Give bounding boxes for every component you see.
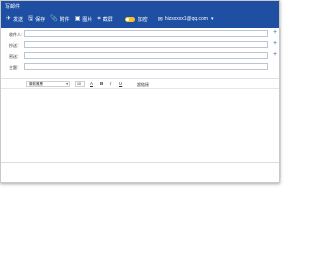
to-row: 收件人： + <box>1 29 279 40</box>
bcc-row: 密送： + <box>1 51 279 62</box>
bold-button[interactable]: B <box>100 81 103 86</box>
address-fields: 收件人： + 抄送： + 密送： + 主题： <box>1 29 279 73</box>
crop-icon: ⌗ <box>97 16 101 22</box>
encrypt-toggle[interactable]: 加密 <box>124 13 148 25</box>
cc-label: 抄送： <box>9 43 21 48</box>
hyperlink-button[interactable]: 超链接 <box>137 82 149 88</box>
save-button[interactable]: 🖫 保存 <box>28 13 45 25</box>
font-family-select[interactable]: 微软雅黑 ▾ <box>26 81 70 87</box>
format-toolbar: 微软雅黑 ▾ 10 A B I U 超链接 <box>1 78 279 89</box>
account-email: hizsxxxx1@qq.com <box>164 16 208 22</box>
font-family-value: 微软雅黑 <box>29 82 43 86</box>
save-icon: 🖫 <box>28 16 34 22</box>
chevron-down-icon: ▾ <box>210 16 214 22</box>
add-bcc-icon[interactable]: + <box>273 51 277 58</box>
window-title: 写邮件 <box>5 4 21 10</box>
send-label: 发送 <box>13 16 24 23</box>
font-size-value: 10 <box>77 82 81 86</box>
compose-toolbar: ✈ 发送 🖫 保存 📎 附件 ▣ 图片 ⌗ 截屏 加密 ✉ hizsxxxx1@… <box>1 12 279 26</box>
account-selector[interactable]: ✉ hizsxxxx1@qq.com ▾ <box>158 16 214 23</box>
bcc-label: 密送： <box>9 54 21 59</box>
cc-row: 抄送： + <box>1 40 279 51</box>
subject-row: 主题： <box>1 62 279 73</box>
add-recipient-icon[interactable]: + <box>273 29 277 36</box>
mail-icon: ✉ <box>157 16 163 23</box>
add-cc-icon[interactable]: + <box>273 40 277 47</box>
text-color-button[interactable]: A <box>90 81 93 86</box>
screenshot-button[interactable]: ⌗ 截屏 <box>97 13 112 25</box>
send-button[interactable]: ✈ 发送 <box>6 13 23 25</box>
image-icon: ▣ <box>74 16 81 22</box>
screenshot-label: 截屏 <box>102 16 113 23</box>
subject-input[interactable] <box>24 63 268 70</box>
title-bar: 写邮件 ✈ 发送 🖫 保存 📎 附件 ▣ 图片 ⌗ 截屏 加密 ✉ hizsxx… <box>1 1 279 28</box>
font-size-select[interactable]: 10 <box>75 81 85 87</box>
divider <box>1 162 279 163</box>
cc-input[interactable] <box>24 41 268 48</box>
chevron-down-icon: ▾ <box>66 82 68 86</box>
to-input[interactable] <box>24 30 268 37</box>
message-body-editor[interactable] <box>1 89 279 161</box>
subject-label: 主题： <box>9 65 21 70</box>
save-label: 保存 <box>35 16 46 23</box>
underline-button[interactable]: U <box>119 81 122 86</box>
encrypt-label: 加密 <box>137 16 148 23</box>
attach-button[interactable]: 📎 附件 <box>50 13 70 25</box>
send-icon: ✈ <box>6 16 12 22</box>
paperclip-icon: 📎 <box>50 16 58 22</box>
to-label: 收件人： <box>9 32 25 37</box>
compose-window: 写邮件 ✈ 发送 🖫 保存 📎 附件 ▣ 图片 ⌗ 截屏 加密 ✉ hizsxx… <box>0 0 281 183</box>
attach-label: 附件 <box>59 16 70 23</box>
italic-button[interactable]: I <box>110 81 111 86</box>
toggle-switch-icon <box>124 16 135 22</box>
image-label: 图片 <box>82 16 93 23</box>
window-border <box>280 28 281 178</box>
image-button[interactable]: ▣ 图片 <box>75 13 93 25</box>
bcc-input[interactable] <box>24 52 268 59</box>
